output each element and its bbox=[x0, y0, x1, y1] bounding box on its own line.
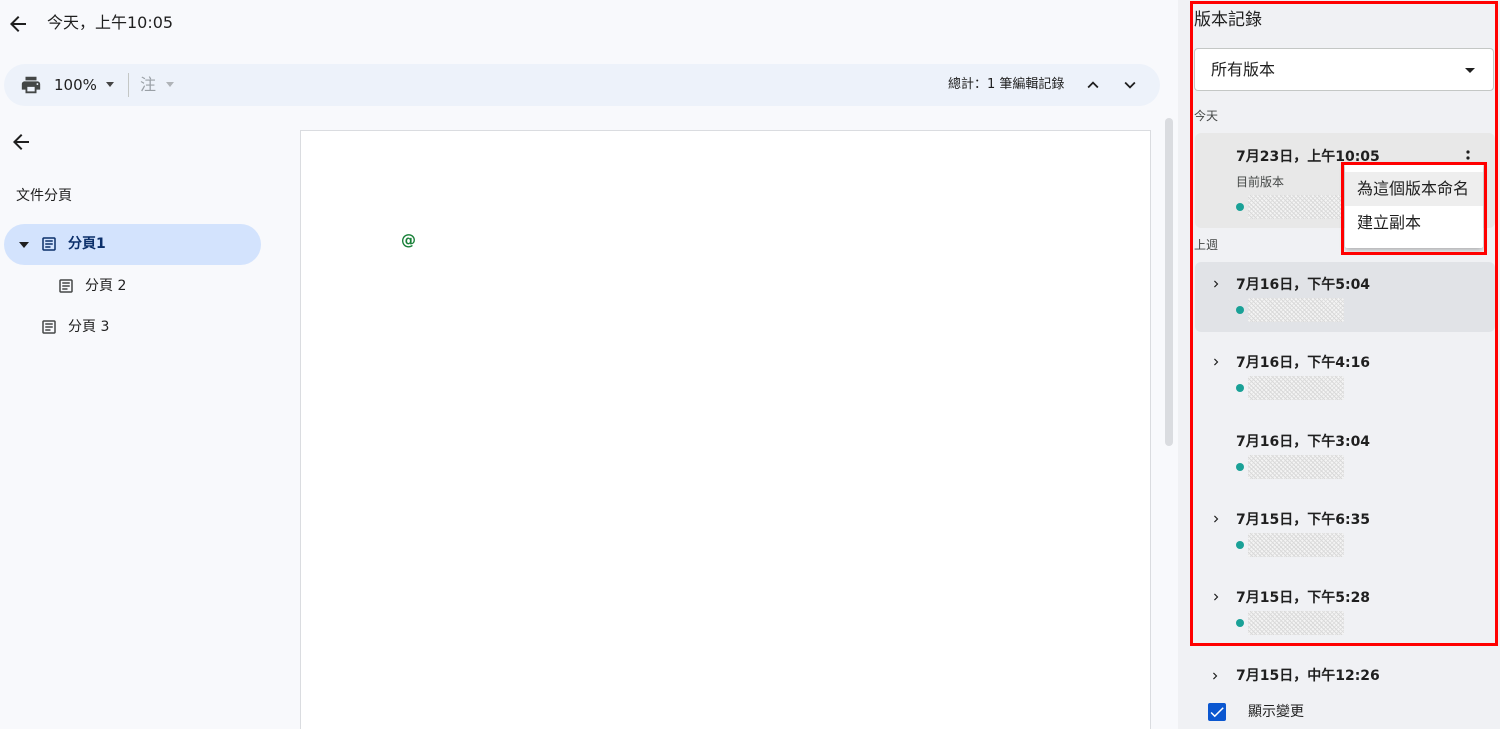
menu-item-make-copy[interactable]: 建立副本 bbox=[1345, 206, 1483, 240]
current-version-label: 目前版本 bbox=[1236, 175, 1285, 189]
tab-item-1[interactable]: 分頁1 bbox=[4, 224, 261, 265]
document-content: @ bbox=[401, 231, 416, 249]
version-context-menu: 為這個版本命名 建立副本 bbox=[1345, 164, 1483, 248]
menu-item-label: 為這個版本命名 bbox=[1357, 179, 1470, 198]
zoom-select[interactable]: 100% bbox=[54, 75, 97, 95]
author-dot bbox=[1236, 384, 1244, 392]
version-item[interactable]: 7月16日，下午5:04 bbox=[1195, 262, 1495, 332]
menu-item-label: 建立副本 bbox=[1357, 213, 1422, 232]
document-scrollbar[interactable] bbox=[1165, 118, 1173, 446]
chevron-right-icon[interactable] bbox=[1208, 669, 1222, 683]
redacted-author-name bbox=[1248, 298, 1344, 322]
chevron-right-icon[interactable] bbox=[1209, 355, 1223, 369]
filter-label: 所有版本 bbox=[1211, 60, 1276, 79]
author-dot bbox=[1236, 203, 1244, 211]
back-arrow-icon[interactable] bbox=[6, 12, 30, 36]
outline-title: 文件分頁 bbox=[16, 188, 72, 204]
chevron-down-icon[interactable] bbox=[1119, 74, 1141, 96]
zoom-caret-icon[interactable] bbox=[106, 82, 114, 87]
author-dot bbox=[1236, 463, 1244, 471]
author-dot bbox=[1236, 306, 1244, 314]
section-last-week: 上週 bbox=[1194, 238, 1219, 252]
chevron-right-icon[interactable] bbox=[1209, 590, 1223, 604]
toolbar-divider bbox=[128, 73, 129, 97]
chevron-up-icon[interactable] bbox=[1082, 74, 1104, 96]
redacted-author-name bbox=[1248, 195, 1344, 219]
tab-item-3[interactable]: 分頁 3 bbox=[4, 307, 261, 348]
expand-caret-icon[interactable] bbox=[19, 242, 29, 248]
check-icon bbox=[1210, 707, 1224, 718]
version-time: 7月15日，下午5:28 bbox=[1236, 590, 1371, 606]
document-page[interactable]: @ bbox=[300, 130, 1151, 729]
show-changes-checkbox[interactable] bbox=[1208, 703, 1226, 721]
outline-back-arrow-icon[interactable] bbox=[9, 130, 33, 154]
version-time: 7月16日，下午4:16 bbox=[1236, 355, 1371, 371]
version-time: 7月15日，下午6:35 bbox=[1236, 512, 1371, 528]
page-title: 今天，上午10:05 bbox=[47, 13, 174, 32]
chevron-right-icon[interactable] bbox=[1209, 277, 1223, 291]
version-item[interactable]: 7月16日，下午3:04 bbox=[1195, 419, 1495, 489]
redacted-author-name bbox=[1248, 533, 1344, 557]
note-caret-icon[interactable] bbox=[166, 82, 174, 87]
redacted-author-name bbox=[1248, 455, 1344, 479]
tab-item-2[interactable]: 分頁 2 bbox=[40, 266, 261, 307]
version-time[interactable]: 7月15日，中午12:26 bbox=[1236, 667, 1380, 685]
note-button[interactable]: 注 bbox=[140, 74, 156, 96]
chevron-right-icon[interactable] bbox=[1209, 512, 1223, 526]
version-item[interactable]: 7月15日，下午5:28 bbox=[1195, 575, 1495, 645]
panel-title: 版本記錄 bbox=[1194, 10, 1262, 30]
version-time: 7月16日，下午3:04 bbox=[1236, 434, 1371, 450]
version-time: 7月16日，下午5:04 bbox=[1236, 277, 1371, 293]
dropdown-caret-icon bbox=[1465, 68, 1475, 73]
document-icon bbox=[42, 320, 56, 334]
document-icon bbox=[59, 279, 73, 293]
version-item[interactable]: 7月16日，下午4:16 bbox=[1195, 340, 1495, 410]
document-icon bbox=[42, 237, 56, 251]
print-icon[interactable] bbox=[20, 74, 42, 96]
redacted-author-name bbox=[1248, 611, 1344, 635]
tab-label: 分頁 2 bbox=[85, 278, 127, 294]
author-dot bbox=[1236, 619, 1244, 627]
top-bar: 今天，上午10:05 bbox=[0, 0, 1178, 50]
author-dot bbox=[1236, 541, 1244, 549]
tab-label: 分頁1 bbox=[68, 236, 106, 252]
redacted-author-name bbox=[1248, 376, 1344, 400]
toolbar: 100% 注 總計：1 筆編輯記錄 bbox=[4, 64, 1160, 106]
edit-count-label: 總計：1 筆編輯記錄 bbox=[948, 77, 1065, 92]
tab-label: 分頁 3 bbox=[68, 319, 110, 335]
version-item[interactable]: 7月15日，下午6:35 bbox=[1195, 497, 1495, 567]
version-filter-select[interactable]: 所有版本 bbox=[1194, 48, 1494, 91]
menu-item-name-version[interactable]: 為這個版本命名 bbox=[1345, 172, 1483, 206]
section-today: 今天 bbox=[1194, 109, 1219, 123]
show-changes-label: 顯示變更 bbox=[1248, 704, 1304, 720]
